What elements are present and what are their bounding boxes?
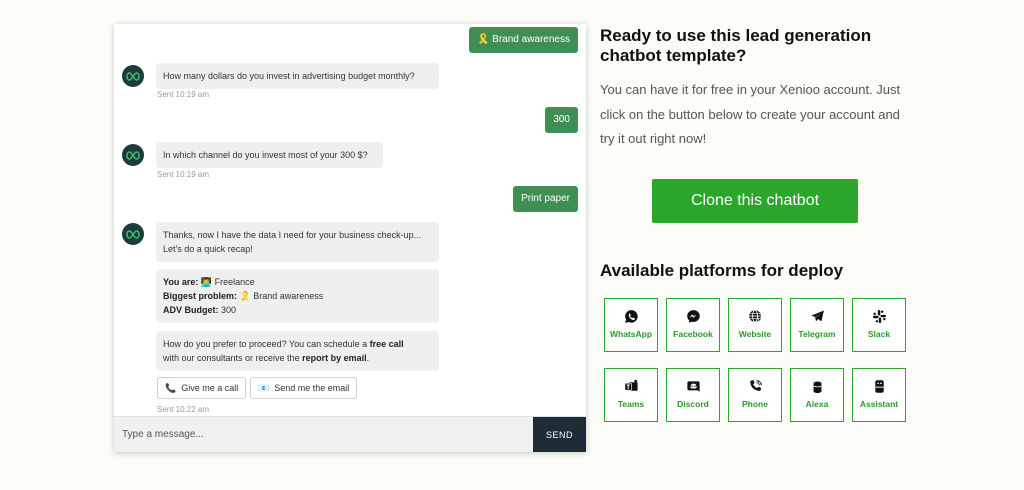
ribbon-emoji-icon: 🎗️ (476, 34, 490, 45)
proceed-text: with our consultants or receive the (163, 353, 303, 363)
telegram-icon (810, 310, 824, 322)
slack-icon (872, 309, 886, 324)
sent-timestamp: Sent 10:19 am (157, 170, 210, 179)
infinity-logo-icon (126, 71, 140, 81)
proceed-bold: report by email (302, 353, 367, 363)
platform-label: Slack (867, 329, 891, 339)
recap-value: Freelance (214, 277, 255, 287)
platform-label: Facebook (673, 329, 713, 339)
recap-label: Biggest problem: (163, 291, 238, 301)
bot-message-bubble: How many dollars do you invest in advert… (156, 63, 439, 89)
proceed-bold: free call (369, 339, 404, 349)
email-emoji-icon: 📧 (258, 382, 270, 393)
bot-message-line: Thanks, now I have the data I need for y… (163, 230, 422, 240)
platform-assistant[interactable]: Assistant (852, 368, 906, 422)
user-message-text: Brand awareness (492, 34, 570, 45)
recap-problem: Biggest problem: 🎗️ Brand awareness (163, 289, 432, 303)
sent-timestamp: Sent 10:22 am (157, 405, 210, 414)
user-message-300: 300 (545, 107, 578, 133)
bot-message-text: How many dollars do you invest in advert… (163, 71, 415, 81)
platform-telegram[interactable]: Telegram (790, 298, 844, 352)
quick-reply-label: Give me a call (181, 383, 239, 393)
discord-icon (686, 381, 700, 392)
send-button[interactable]: SEND (533, 417, 586, 452)
message-input[interactable] (114, 417, 533, 452)
platform-teams[interactable]: Teams (604, 368, 658, 422)
platform-label: Alexa (805, 399, 829, 409)
recap-budget: ADV Budget: 300 (163, 303, 432, 317)
recap-you-are: You are: 👨‍💻 Freelance (163, 275, 432, 289)
recap-bubble: You are: 👨‍💻 Freelance Biggest problem: … (156, 269, 439, 323)
platform-label: Assistant (859, 399, 899, 409)
platform-whatsapp[interactable]: WhatsApp (604, 298, 658, 352)
proceed-text: How do you prefer to proceed? You can sc… (163, 339, 370, 349)
proceed-line-2: with our consultants or receive the repo… (163, 351, 432, 365)
user-message-brand-awareness: 🎗️ Brand awareness (468, 27, 578, 53)
promo-description: You can have it for free in your Xenioo … (600, 82, 901, 146)
user-message-text: 300 (553, 114, 570, 125)
platform-label: Discord (677, 399, 709, 409)
sent-timestamp: Sent 10:19 am (157, 90, 210, 99)
person-emoji-icon: 👨‍💻 (200, 277, 213, 287)
promo-heading-line: chatbot template? (600, 46, 747, 65)
globe-icon (748, 309, 763, 323)
bot-avatar (122, 65, 144, 87)
quick-reply-label: Send me the email (274, 383, 350, 393)
alexa-icon (813, 381, 821, 394)
recap-label: ADV Budget: (163, 305, 219, 315)
proceed-text: . (366, 353, 370, 363)
give-me-a-call-button[interactable]: 📞 Give me a call (157, 377, 247, 399)
message-input-bar: SEND (114, 416, 586, 452)
infinity-logo-icon (126, 150, 140, 160)
recap-value: 300 (221, 305, 237, 315)
user-message-print-paper: Print paper (513, 186, 578, 212)
proceed-line-1: How do you prefer to proceed? You can sc… (163, 337, 432, 351)
proceed-bubble: How do you prefer to proceed? You can sc… (156, 331, 439, 371)
platform-label: Website (738, 329, 772, 339)
platform-label: WhatsApp (609, 329, 653, 339)
phone-emoji-icon: 📞 (165, 382, 177, 393)
bot-message-bubble: Thanks, now I have the data I need for y… (156, 222, 439, 262)
assistant-icon (874, 380, 884, 393)
promo-heading-line: Ready to use this lead generation (600, 26, 872, 45)
infinity-logo-icon (126, 229, 140, 239)
promo-heading: Ready to use this lead generation chatbo… (600, 26, 871, 66)
bot-message-bubble: In which channel do you invest most of y… (156, 142, 383, 168)
recap-label: You are: (163, 277, 199, 287)
bot-message-text: In which channel do you invest most of y… (163, 150, 368, 160)
platform-slack[interactable]: Slack (852, 298, 906, 352)
platform-website[interactable]: Website (728, 298, 782, 352)
phone-icon (749, 380, 762, 391)
whatsapp-icon (624, 310, 638, 323)
platform-label: Teams (617, 399, 645, 409)
platform-label: Phone (742, 399, 768, 409)
recap-value: Brand awareness (253, 291, 324, 301)
bot-avatar (122, 223, 144, 245)
platform-alexa[interactable]: Alexa (790, 368, 844, 422)
chat-window: 🎗️ Brand awareness How many dollars do y… (114, 24, 586, 452)
user-message-text: Print paper (521, 193, 570, 204)
clone-chatbot-button[interactable]: Clone this chatbot (652, 179, 858, 223)
messenger-icon (686, 310, 700, 323)
platform-label: Telegram (798, 329, 836, 339)
bot-message-line: Let's do a quick recap! (163, 244, 253, 254)
ribbon-emoji-icon: 🎗️ (239, 291, 251, 301)
bot-avatar (122, 144, 144, 166)
platforms-heading: Available platforms for deploy (600, 261, 844, 280)
platform-discord[interactable]: Discord (666, 368, 720, 422)
send-me-the-email-button[interactable]: 📧 Send me the email (250, 377, 358, 399)
teams-icon (624, 379, 638, 391)
platform-facebook[interactable]: Facebook (666, 298, 720, 352)
platform-phone[interactable]: Phone (728, 368, 782, 422)
